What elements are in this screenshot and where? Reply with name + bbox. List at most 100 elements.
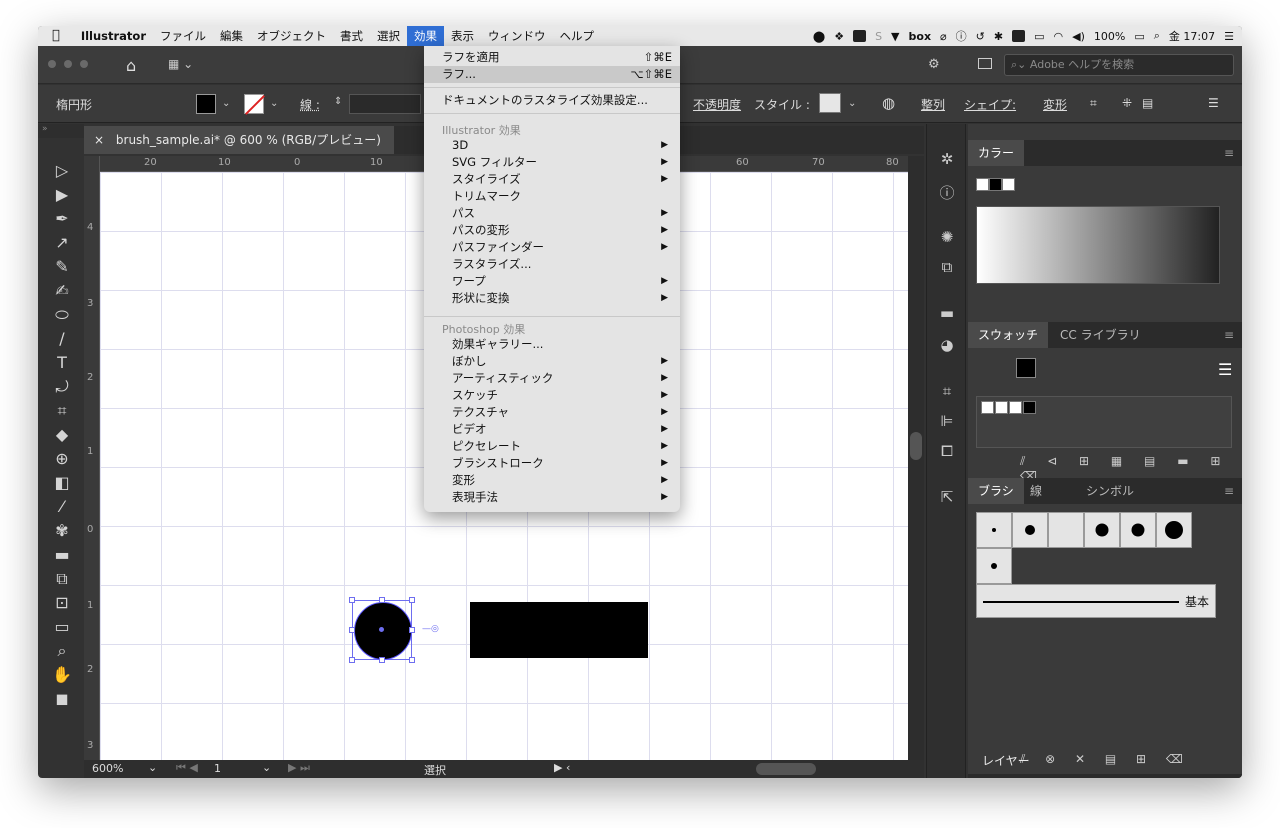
eraser-tool-icon[interactable]: ◆ <box>50 424 74 446</box>
menu-item-photoshop[interactable]: テクスチャ ▶ <box>424 404 680 421</box>
menu-item-photoshop[interactable]: 表現手法 ▶ <box>424 489 680 506</box>
volume-icon[interactable]: ◀) <box>1072 30 1085 43</box>
resize-handle-ne[interactable] <box>409 597 415 603</box>
tab-brushes[interactable]: ブラシ <box>968 478 1024 504</box>
brush-cell[interactable] <box>1012 512 1048 548</box>
menu-item-photoshop[interactable]: スケッチ ▶ <box>424 387 680 404</box>
swatch-none[interactable] <box>981 401 994 414</box>
recolor-icon[interactable]: ◍ <box>882 94 895 112</box>
menu-item-raster-settings[interactable]: ドキュメントのラスタライズ効果設定... <box>424 92 680 109</box>
next-artboard-icon[interactable]: ▶ ⏭ <box>288 761 310 775</box>
brush-cell[interactable] <box>1120 512 1156 548</box>
bluetooth-icon[interactable]: ✱ <box>994 30 1003 43</box>
first-artboard-icon[interactable]: ⏮ ◀ <box>176 761 198 775</box>
dropbox-icon[interactable]: ❖ <box>834 30 844 43</box>
menu-item-illustrator[interactable]: パス ▶ <box>424 205 680 222</box>
menubar-clock[interactable]: 金 17:07 <box>1169 28 1215 44</box>
symbol-sprayer-tool-icon[interactable]: ✾ <box>50 520 74 542</box>
tab-color[interactable]: カラー <box>968 140 1025 166</box>
battery-percent[interactable]: 100% <box>1094 30 1125 43</box>
control-menu-icon[interactable]: ☰ <box>1208 96 1219 110</box>
list-view-icon[interactable]: ☰ <box>1218 360 1232 379</box>
menu-item-illustrator[interactable]: 3D ▶ <box>424 137 680 154</box>
tab-swatches[interactable]: スウォッチ <box>968 322 1049 348</box>
stroke-stepper-icon[interactable]: ⇕ <box>334 96 342 107</box>
menu-item-last-effect[interactable]: ラフ... ⌥⇧⌘E <box>424 66 680 83</box>
selection-tool-icon[interactable]: ▷ <box>50 160 74 182</box>
swatch-white[interactable] <box>1009 401 1022 414</box>
tab-cc-libraries[interactable]: CC ライブラリ <box>1050 322 1151 348</box>
curvature-tool-icon[interactable]: ↗ <box>50 232 74 254</box>
isolate-icon[interactable]: ⁜ <box>1122 96 1132 110</box>
resize-handle-sw[interactable] <box>349 657 355 663</box>
scissors-tool-icon[interactable]: ▭ <box>50 616 74 638</box>
style-dropdown-chevron-icon[interactable]: ⌄ <box>848 98 856 109</box>
panel-menu-icon[interactable]: ≡ <box>1224 146 1234 160</box>
swatch-registration[interactable] <box>995 401 1008 414</box>
box-icon[interactable]: box <box>909 30 932 43</box>
menu-item-illustrator[interactable]: ワープ ▶ <box>424 273 680 290</box>
menu-type[interactable]: 書式 <box>333 26 370 46</box>
apple-icon[interactable]:  <box>38 26 74 46</box>
menu-help[interactable]: ヘルプ <box>553 26 602 46</box>
clip-icon[interactable]: ⌀ <box>940 30 947 43</box>
tab-stroke[interactable]: 線 <box>1020 478 1052 504</box>
close-window-button[interactable] <box>48 60 56 68</box>
resize-handle-nw[interactable] <box>349 597 355 603</box>
resize-handle-e[interactable] <box>409 627 415 633</box>
tab-symbols[interactable]: シンボル <box>1076 478 1144 504</box>
color-spectrum-ramp[interactable] <box>976 206 1220 284</box>
menu-item-photoshop[interactable]: ぼかし ▶ <box>424 353 680 370</box>
white-chip[interactable] <box>1002 178 1015 191</box>
help-search-input[interactable]: ⌕⌄ Adobe ヘルプを検索 <box>1004 54 1234 76</box>
menu-item-illustrator[interactable]: 形状に変換 ▶ <box>424 290 680 307</box>
menu-item-photoshop[interactable]: アーティスティック ▶ <box>424 370 680 387</box>
brush-cell[interactable] <box>976 548 1012 584</box>
ellipse-tool-icon[interactable]: ⬭ <box>50 304 74 326</box>
zoom-window-button[interactable] <box>80 60 88 68</box>
menu-item-photoshop[interactable]: 効果ギャラリー... <box>424 336 680 353</box>
brush-panel-buttons[interactable]: ⫽ ⊗ ✕ ▤ ⊞ ⌫ <box>1020 752 1191 767</box>
menu-item-illustrator[interactable]: パスの変形 ▶ <box>424 222 680 239</box>
status-s-icon[interactable]: S <box>875 30 882 43</box>
menu-item-illustrator[interactable]: トリムマーク <box>424 188 680 205</box>
stroke-color-swatch[interactable] <box>244 94 264 114</box>
stroke-weight-label[interactable]: 線 : <box>300 96 320 113</box>
add-anchor-tool-icon[interactable]: ✎ <box>50 256 74 278</box>
menu-window[interactable]: ウィンドウ <box>481 26 553 46</box>
direct-selection-tool-icon[interactable]: ▶ <box>50 184 74 206</box>
fill-stroke-chips[interactable] <box>976 178 1015 197</box>
display-icon[interactable]: ▭ <box>1034 30 1044 43</box>
menu-item-illustrator[interactable]: スタイライズ ▶ <box>424 171 680 188</box>
hand-tool-icon[interactable]: ✋ <box>50 664 74 686</box>
gradient-tool-icon[interactable]: ◧ <box>50 472 74 494</box>
tab-layers[interactable]: レイヤー <box>982 752 1030 769</box>
graphic-styles-icon[interactable]: ⧉ <box>937 258 957 276</box>
status-app-icon[interactable] <box>853 30 867 42</box>
transform-each-icon[interactable]: ⌗ <box>1090 96 1097 111</box>
fill-dropdown-chevron-icon[interactable]: ⌄ <box>222 98 230 109</box>
shape-link[interactable]: シェイプ: <box>964 96 1016 113</box>
swatch-black[interactable] <box>1023 401 1036 414</box>
menu-item-photoshop[interactable]: ビデオ ▶ <box>424 421 680 438</box>
horizontal-scroll-thumb[interactable] <box>756 763 816 775</box>
menu-item-illustrator[interactable]: ラスタライズ... <box>424 256 680 273</box>
menu-select[interactable]: 選択 <box>370 26 407 46</box>
arrange-icon[interactable]: ▤ <box>1142 96 1153 110</box>
brush-cell[interactable] <box>976 512 1012 548</box>
eyedropper-tool-icon[interactable]: ⁄ <box>50 496 74 518</box>
swatch-fill-indicator[interactable] <box>1016 358 1036 378</box>
type-tool-icon[interactable]: T <box>50 352 74 374</box>
menu-item-illustrator[interactable]: SVG フィルター ▶ <box>424 154 680 171</box>
pie-widget-icon[interactable]: —◎ <box>422 624 439 634</box>
status-record-icon[interactable]: ⬤ <box>813 30 825 43</box>
appearance-icon[interactable]: ✺ <box>937 228 957 246</box>
wifi-icon[interactable]: ◠ <box>1054 30 1064 43</box>
menu-app-name[interactable]: Illustrator <box>74 26 153 46</box>
panel-toggle-icon[interactable] <box>978 58 992 69</box>
stroke-dropdown-chevron-icon[interactable]: ⌄ <box>270 98 278 109</box>
resize-handle-se[interactable] <box>409 657 415 663</box>
artboard-tool-icon[interactable]: ⊡ <box>50 592 74 614</box>
artboard-number-field[interactable]: 1 <box>214 762 221 775</box>
fill-stroke-icon[interactable]: ◼ <box>50 688 74 710</box>
